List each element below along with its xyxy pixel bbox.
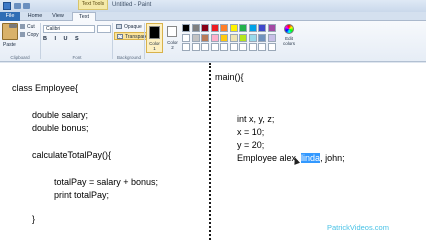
opaque-label: Opaque [124, 24, 142, 30]
color1-label: Color 1 [149, 41, 160, 51]
code-line: double bonus; [32, 123, 89, 133]
copy-button[interactable]: Copy [20, 32, 39, 38]
code-line: class Employee{ [12, 83, 79, 93]
copy-label: Copy [27, 32, 39, 38]
font-format-buttons[interactable]: B I U S [43, 36, 82, 42]
color-swatch[interactable] [248, 33, 257, 42]
code-line: double salary; [32, 110, 89, 120]
ribbon: Paste Cut Copy Clipboard Calibri B I U S… [0, 21, 426, 62]
code-line: calculateTotalPay(){ [32, 150, 112, 160]
color-swatch[interactable] [267, 33, 276, 42]
color1-swatch [149, 26, 160, 39]
color-swatch[interactable] [191, 24, 200, 32]
cut-label: Cut [27, 24, 35, 30]
color2-label: Color 2 [167, 40, 178, 50]
save-icon[interactable] [14, 3, 21, 9]
color-swatch[interactable] [258, 43, 266, 51]
undo-icon[interactable] [23, 3, 30, 9]
color-swatch[interactable] [201, 24, 209, 32]
color-swatch[interactable] [182, 24, 190, 32]
color2-button[interactable]: Color 2 [165, 23, 180, 53]
title-bar: Text Tools Untitled - Paint [0, 0, 426, 12]
color-swatch[interactable] [220, 43, 228, 51]
tab-view[interactable]: View [48, 12, 68, 21]
color-swatch[interactable] [229, 43, 238, 51]
color-swatch[interactable] [210, 24, 219, 32]
color-swatch[interactable] [182, 33, 190, 42]
watermark: PatrickVideos.com [327, 223, 389, 232]
color-swatch[interactable] [267, 43, 276, 51]
clipboard-icon [9, 24, 17, 28]
color-swatch[interactable] [191, 33, 200, 42]
code-line: y = 20; [237, 140, 265, 150]
edit-colors-label: Edit colors [282, 36, 295, 46]
color-swatch[interactable] [258, 33, 266, 42]
color-swatch[interactable] [239, 24, 247, 32]
tab-home[interactable]: Home [24, 12, 46, 21]
copy-icon [20, 32, 25, 38]
code-line: print totalPay; [54, 190, 110, 200]
color-swatch[interactable] [210, 43, 219, 51]
color-swatch[interactable] [201, 33, 209, 42]
cut-button[interactable]: Cut [20, 24, 35, 30]
paste-button[interactable] [2, 23, 18, 40]
background-group-label: Background [116, 55, 142, 60]
color-swatch[interactable] [191, 43, 200, 51]
color1-button[interactable]: Color 1 [146, 23, 163, 53]
color2-swatch [167, 26, 177, 37]
ribbon-tabs: File Home View Text [0, 12, 426, 21]
code-line: totalPay = salary + bonus; [54, 177, 159, 187]
transparent-icon [117, 34, 123, 40]
tab-text[interactable]: Text [72, 12, 96, 21]
color-swatch[interactable] [239, 43, 247, 51]
opaque-button[interactable]: Opaque [114, 23, 144, 31]
color-palette [182, 24, 278, 51]
color-swatch[interactable] [248, 43, 257, 51]
scissors-icon [20, 24, 25, 30]
color-swatch[interactable] [267, 24, 276, 32]
code-line: Employee alex, linda, john; [237, 153, 345, 163]
tab-file[interactable]: File [0, 12, 20, 21]
color-swatch[interactable] [258, 24, 266, 32]
color-swatch[interactable] [201, 43, 209, 51]
color-swatch[interactable] [220, 24, 228, 32]
font-size-select[interactable] [97, 25, 111, 33]
color-swatch[interactable] [182, 43, 190, 51]
selected-text[interactable]: linda [301, 153, 321, 163]
paint-app-icon[interactable] [3, 2, 11, 10]
group-divider [144, 23, 145, 59]
dotted-divider-line [209, 63, 211, 240]
font-family-select[interactable]: Calibri [43, 25, 95, 33]
window-title: Untitled - Paint [112, 2, 152, 8]
code-line: int x, y, z; [237, 114, 275, 124]
color-wheel-icon [284, 24, 294, 34]
group-divider [112, 23, 113, 59]
code-line: main(){ [215, 72, 244, 82]
edit-colors-button[interactable]: Edit colors [280, 24, 298, 54]
paste-label: Paste [3, 42, 16, 48]
color-swatch[interactable] [239, 33, 247, 42]
code-text: , john; [320, 153, 345, 163]
color-swatch[interactable] [248, 24, 257, 32]
code-line: x = 10; [237, 127, 265, 137]
font-group-label: Font [72, 55, 82, 60]
color-swatch[interactable] [210, 33, 219, 42]
text-tools-context-label: Text Tools [78, 0, 108, 10]
color-swatch[interactable] [229, 24, 238, 32]
color-swatch[interactable] [229, 33, 238, 42]
code-line: } [32, 214, 36, 224]
opaque-icon [116, 24, 122, 30]
clipboard-group-label: Clipboard [10, 55, 30, 60]
color-swatch[interactable] [220, 33, 228, 42]
group-divider [40, 23, 41, 59]
